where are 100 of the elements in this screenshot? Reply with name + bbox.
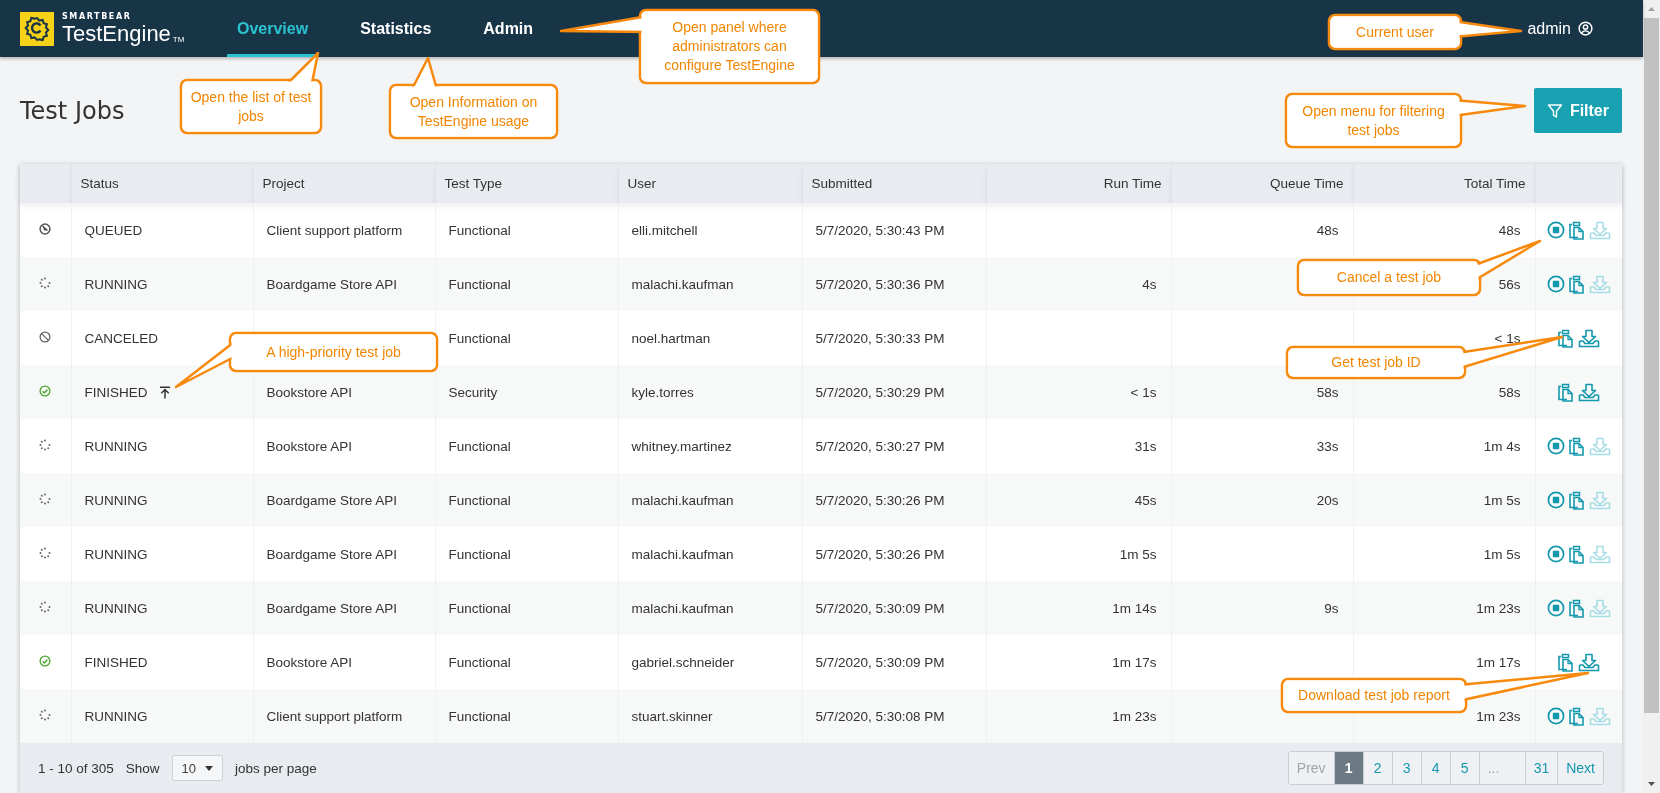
table-cell: Functional xyxy=(435,689,618,743)
table-cell: 9s xyxy=(1171,581,1353,635)
page-button[interactable]: 1 xyxy=(1333,752,1363,784)
download-button[interactable] xyxy=(1578,382,1601,402)
copy-button[interactable] xyxy=(1557,652,1576,672)
user-icon xyxy=(1578,21,1593,36)
callout: Open Information on TestEngine usage xyxy=(387,55,560,141)
page-button[interactable]: 2 xyxy=(1362,752,1392,784)
status-text: RUNNING xyxy=(84,600,148,616)
filter-icon xyxy=(1546,102,1563,119)
table-cell: 5/7/2020, 5:30:08 PM xyxy=(802,689,986,743)
status-text: FINISHED xyxy=(84,654,148,670)
per-page-label: jobs per page xyxy=(235,760,317,776)
trademark: TM xyxy=(172,35,185,44)
stop-button[interactable] xyxy=(1546,491,1565,509)
spinner-icon xyxy=(39,276,52,289)
column-header: Submitted xyxy=(802,164,986,203)
page-size-select[interactable]: 10 xyxy=(171,755,224,781)
check-circle-icon xyxy=(39,654,52,667)
status-text: FINISHED xyxy=(84,384,148,400)
download-button[interactable] xyxy=(1578,328,1601,348)
check-circle-icon xyxy=(39,384,52,397)
table-cell: malachi.kaufman xyxy=(618,581,802,635)
table-cell: 1m 14s xyxy=(986,581,1171,635)
table-cell: Functional xyxy=(435,581,618,635)
table-cell: 5/7/2020, 5:30:36 PM xyxy=(802,257,986,311)
callout: Open the list of test jobs xyxy=(178,50,324,136)
filter-button[interactable]: Filter xyxy=(1533,88,1622,133)
status-text: RUNNING xyxy=(84,708,148,724)
table-cell: 5/7/2020, 5:30:26 PM xyxy=(802,473,986,527)
callout: Current user xyxy=(1326,12,1524,52)
table-cell: < 1s xyxy=(986,365,1171,419)
status-text: QUEUED xyxy=(84,222,143,238)
table-cell: Functional xyxy=(435,473,618,527)
column-header: Run Time xyxy=(986,164,1171,203)
nav-tab[interactable]: Admin xyxy=(473,0,544,57)
status-text: RUNNING xyxy=(84,276,148,292)
status-text: RUNNING xyxy=(84,492,148,508)
spinner-icon xyxy=(39,546,52,559)
copy-button[interactable] xyxy=(1567,544,1586,564)
column-header: Status xyxy=(71,164,253,203)
callout: Open panel where administrators can configure TestEngine xyxy=(558,7,822,86)
spinner-icon xyxy=(39,492,52,505)
copy-button[interactable] xyxy=(1557,382,1576,402)
download-button[interactable] xyxy=(1578,652,1601,672)
table-cell: kyle.torres xyxy=(618,365,802,419)
spinner-icon xyxy=(39,438,52,451)
table-cell: Client support platform xyxy=(253,689,435,743)
table-cell: Boardgame Store API xyxy=(253,473,435,527)
brand-tagline: SMARTBEAR xyxy=(62,12,133,21)
table-cell: 1m 23s xyxy=(1353,581,1535,635)
copy-button[interactable] xyxy=(1567,598,1586,618)
table-cell: malachi.kaufman xyxy=(618,473,802,527)
stop-button[interactable] xyxy=(1546,437,1565,455)
status-text: RUNNING xyxy=(84,546,148,562)
stop-button[interactable] xyxy=(1546,275,1565,293)
spinner-icon xyxy=(39,708,52,721)
column-header: Total Time xyxy=(1353,164,1535,203)
table-cell: 1m 23s xyxy=(986,689,1171,743)
page-button[interactable]: 3 xyxy=(1391,752,1421,784)
copy-button[interactable] xyxy=(1567,274,1586,294)
copy-button[interactable] xyxy=(1567,706,1586,726)
page-title: Test Jobs xyxy=(20,96,125,125)
stop-button[interactable] xyxy=(1546,599,1565,617)
nav-tab[interactable]: Statistics xyxy=(350,0,442,57)
spinner-icon xyxy=(39,600,52,613)
table-cell: malachi.kaufman xyxy=(618,257,802,311)
logo-icon xyxy=(20,11,54,46)
copy-button[interactable] xyxy=(1567,220,1586,240)
page-button[interactable]: 4 xyxy=(1420,752,1450,784)
page-button[interactable]: 5 xyxy=(1449,752,1479,784)
page-summary: 1 - 10 of 305 xyxy=(38,760,114,776)
gauge-icon xyxy=(39,222,52,235)
table-cell: 45s xyxy=(986,473,1171,527)
column-header: Project xyxy=(253,164,435,203)
table-cell: 5/7/2020, 5:30:29 PM xyxy=(802,365,986,419)
page-ellipsis: ... xyxy=(1478,752,1525,784)
stop-button[interactable] xyxy=(1546,545,1565,563)
table-cell: stuart.skinner xyxy=(618,689,802,743)
status-text: RUNNING xyxy=(84,438,148,454)
caret-icon xyxy=(205,765,214,771)
callout: Open menu for filtering test jobs xyxy=(1283,91,1528,150)
brand-name: TestEngine xyxy=(62,22,171,45)
table-cell: 20s xyxy=(1171,473,1353,527)
table-cell: 4s xyxy=(986,257,1171,311)
scrollbar[interactable] xyxy=(1643,0,1660,793)
prohibited-icon xyxy=(39,330,52,343)
table-cell: Security xyxy=(435,365,618,419)
column-header: User xyxy=(618,164,802,203)
page-button[interactable]: 31 xyxy=(1524,752,1558,784)
stop-button[interactable] xyxy=(1546,221,1565,239)
user-menu[interactable]: admin xyxy=(1527,17,1593,40)
stop-button[interactable] xyxy=(1546,707,1565,725)
copy-button[interactable] xyxy=(1567,490,1586,510)
column-header: Queue Time xyxy=(1171,164,1353,203)
next-button[interactable]: Next xyxy=(1557,752,1603,784)
copy-button[interactable] xyxy=(1567,436,1586,456)
show-label: Show xyxy=(125,760,160,776)
copy-button[interactable] xyxy=(1557,328,1576,348)
table-cell: 5/7/2020, 5:30:09 PM xyxy=(802,581,986,635)
